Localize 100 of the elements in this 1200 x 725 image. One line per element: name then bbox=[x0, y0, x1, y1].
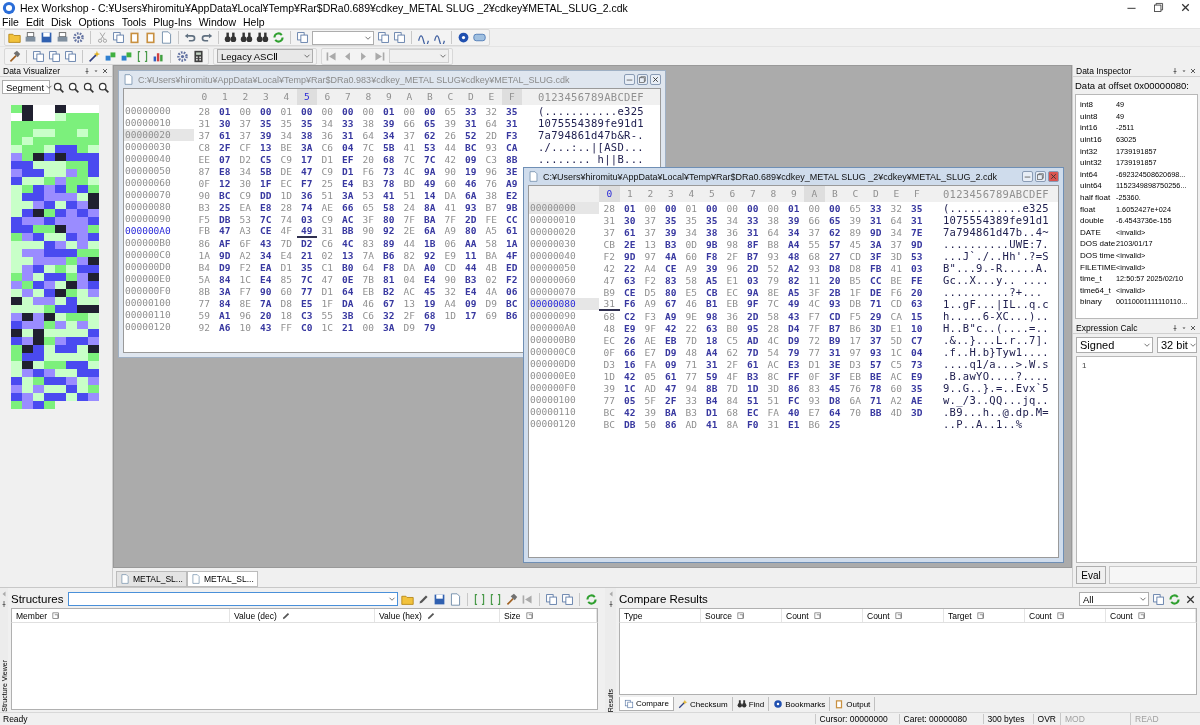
hex-byte[interactable]: 3E bbox=[501, 165, 522, 177]
hex-byte[interactable]: 3F bbox=[824, 370, 845, 382]
binoculars-icon[interactable] bbox=[256, 31, 269, 44]
menu-item[interactable]: Edit bbox=[25, 15, 44, 28]
bit-width-dropdown[interactable]: 32 bit bbox=[1157, 337, 1197, 353]
hex-byte[interactable]: 3B bbox=[337, 309, 358, 321]
redo-icon[interactable] bbox=[200, 31, 213, 44]
hex-byte[interactable]: B6 bbox=[378, 249, 399, 261]
hex-byte[interactable]: 31 bbox=[460, 117, 481, 129]
hex-byte[interactable]: 8F bbox=[742, 238, 763, 250]
hex-byte[interactable]: 71 bbox=[865, 297, 886, 311]
binoculars-icon[interactable] bbox=[240, 31, 253, 44]
close-icon[interactable] bbox=[650, 74, 661, 85]
copy-icon[interactable] bbox=[377, 31, 390, 44]
brackets-icon[interactable] bbox=[489, 592, 503, 606]
column-menu-icon[interactable] bbox=[51, 610, 62, 621]
printer-icon[interactable] bbox=[56, 31, 69, 44]
hex-byte[interactable]: 15 bbox=[906, 310, 927, 322]
hex-byte[interactable]: CC bbox=[501, 213, 522, 225]
column-header[interactable]: Type bbox=[624, 610, 643, 621]
hex-byte[interactable]: 39 bbox=[783, 214, 804, 226]
hex-byte[interactable]: 3F bbox=[804, 286, 825, 298]
hex-byte[interactable]: 79 bbox=[783, 346, 804, 358]
capsule-icon[interactable] bbox=[473, 31, 486, 44]
hex-byte[interactable]: 9A bbox=[742, 286, 763, 298]
filter-dropdown[interactable]: All bbox=[1079, 592, 1149, 606]
hex-byte[interactable]: 93 bbox=[865, 346, 886, 358]
first-icon[interactable] bbox=[521, 592, 535, 606]
hex-byte[interactable]: 63 bbox=[701, 322, 722, 334]
hex-byte[interactable]: 30 bbox=[619, 214, 640, 226]
panel-tab[interactable]: Find bbox=[732, 697, 770, 711]
hex-byte[interactable]: F7 bbox=[296, 177, 317, 189]
hex-byte[interactable]: BB bbox=[865, 406, 886, 418]
hex-byte[interactable]: 47 bbox=[296, 165, 317, 177]
hex-byte[interactable]: 80 bbox=[378, 213, 399, 225]
hex-byte[interactable]: 20 bbox=[255, 309, 276, 321]
hex-byte[interactable]: B3 bbox=[742, 370, 763, 382]
zoom-icon[interactable] bbox=[82, 80, 95, 94]
pin-icon[interactable] bbox=[1171, 66, 1179, 75]
hex-byte[interactable]: 20 bbox=[906, 286, 927, 298]
hex-byte[interactable]: B0 bbox=[337, 261, 358, 273]
printer-icon[interactable] bbox=[24, 31, 37, 44]
pin-icon[interactable] bbox=[1171, 323, 1179, 332]
hex-byte[interactable]: 35 bbox=[255, 117, 276, 129]
hex-byte[interactable]: 62 bbox=[824, 226, 845, 238]
hex-byte[interactable]: 31 bbox=[824, 346, 845, 358]
hex-byte[interactable]: 39 bbox=[378, 117, 399, 129]
hex-byte[interactable]: 2E bbox=[619, 238, 640, 250]
hex-byte[interactable]: 35 bbox=[296, 117, 317, 129]
blocks-icon[interactable] bbox=[120, 49, 133, 63]
hex-byte[interactable]: 00 bbox=[660, 202, 681, 214]
hex-byte[interactable]: 82 bbox=[783, 274, 804, 286]
hex-byte[interactable]: 8B bbox=[501, 153, 522, 165]
hex-byte[interactable]: DA bbox=[337, 297, 358, 309]
copy-icon[interactable] bbox=[112, 31, 125, 44]
hex-byte[interactable]: 66 bbox=[619, 346, 640, 358]
hex-byte[interactable]: 3A bbox=[378, 321, 399, 333]
hex-byte[interactable]: AA bbox=[460, 237, 481, 249]
refresh-icon[interactable] bbox=[585, 592, 599, 606]
panel-tab[interactable]: Checksum bbox=[673, 697, 733, 711]
hex-byte[interactable]: 9D bbox=[214, 249, 235, 261]
hex-byte[interactable]: 81 bbox=[378, 273, 399, 285]
disc-icon[interactable] bbox=[457, 31, 470, 44]
hex-byte[interactable]: FB bbox=[865, 262, 886, 274]
hex-byte[interactable]: 2B bbox=[824, 286, 845, 298]
hex-byte[interactable]: 3F bbox=[358, 213, 379, 225]
close-icon[interactable] bbox=[1048, 171, 1059, 182]
hex-byte[interactable]: BB bbox=[337, 224, 358, 238]
restore-icon[interactable] bbox=[1035, 171, 1046, 182]
hex-byte[interactable]: C7 bbox=[906, 334, 927, 346]
hex-byte[interactable]: 61 bbox=[214, 129, 235, 141]
hex-byte[interactable]: 12 bbox=[214, 177, 235, 189]
hex-byte[interactable]: 86 bbox=[660, 418, 681, 430]
hex-byte[interactable]: 42 bbox=[619, 370, 640, 382]
hex-byte[interactable]: 31 bbox=[906, 214, 927, 226]
gear-icon[interactable] bbox=[72, 31, 85, 44]
hex-byte[interactable]: 31 bbox=[701, 358, 722, 370]
column-menu-icon[interactable] bbox=[735, 610, 746, 621]
hex-byte[interactable]: 57 bbox=[824, 238, 845, 250]
hex-byte[interactable]: AC bbox=[337, 213, 358, 225]
hex-byte[interactable]: 00 bbox=[701, 202, 722, 214]
hex-byte[interactable]: 93 bbox=[460, 201, 481, 213]
gear-icon[interactable] bbox=[176, 49, 189, 63]
hex-byte[interactable]: 59 bbox=[701, 370, 722, 382]
hex-byte[interactable]: 86 bbox=[783, 382, 804, 394]
menu-item[interactable]: Disk bbox=[51, 15, 72, 28]
clipboard-icon[interactable] bbox=[144, 31, 157, 44]
hex-byte[interactable]: 34 bbox=[255, 249, 276, 261]
hex-byte[interactable]: FE bbox=[906, 274, 927, 286]
hex-byte[interactable]: 1A bbox=[501, 237, 522, 249]
hex-byte[interactable]: 40 bbox=[783, 406, 804, 418]
hex-byte[interactable]: 9D bbox=[906, 238, 927, 250]
hex-byte[interactable]: AF bbox=[214, 237, 235, 249]
hex-byte[interactable]: 17 bbox=[296, 153, 317, 165]
hex-byte[interactable]: 00 bbox=[296, 105, 317, 117]
hex-byte[interactable]: AD bbox=[742, 334, 763, 346]
hex-byte[interactable]: A5 bbox=[701, 274, 722, 286]
hex-byte[interactable]: F3 bbox=[501, 129, 522, 141]
hex-byte[interactable]: 84 bbox=[214, 273, 235, 285]
panel-tab[interactable]: Bookmarks bbox=[769, 697, 831, 711]
